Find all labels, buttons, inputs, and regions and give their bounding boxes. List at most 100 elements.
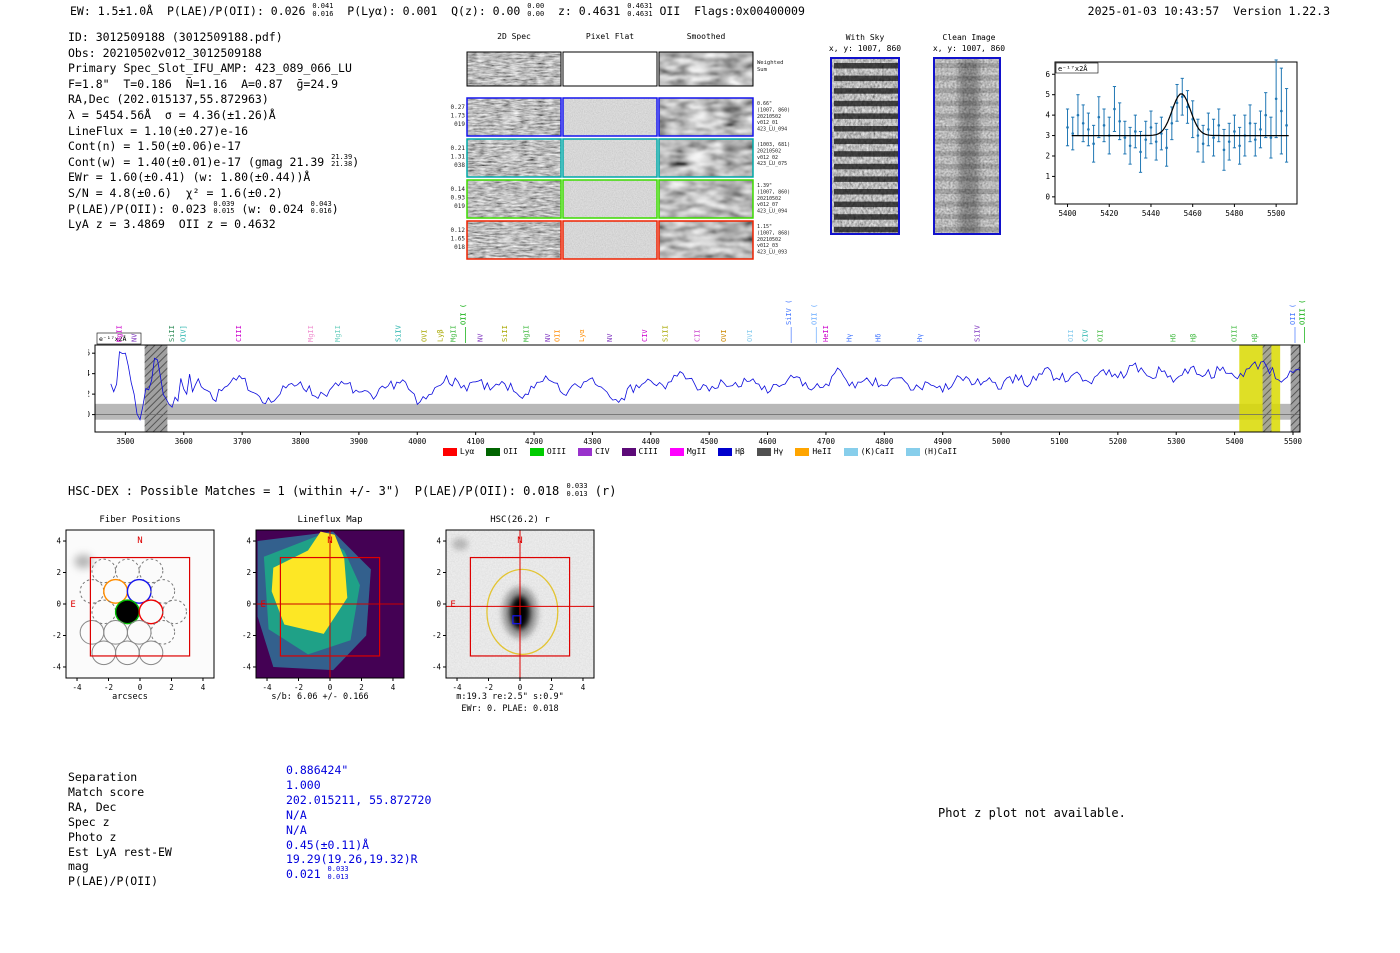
hsc-caption-1: m:19.3 re:2.5" s:0.9" — [456, 692, 564, 702]
svg-text:4600: 4600 — [759, 437, 778, 446]
svg-text:NV: NV — [606, 333, 614, 342]
svg-text:NV: NV — [476, 333, 484, 342]
svg-text:423_LU_093: 423_LU_093 — [757, 250, 787, 256]
svg-text:2: 2 — [549, 683, 554, 692]
info-line: LineFlux = 1.10(±0.27)e-16 — [68, 124, 359, 140]
text-segment: ) — [352, 154, 360, 169]
svg-text:CIV: CIV — [641, 329, 649, 342]
stacked-uncertainty: 0.00 0.00 — [527, 2, 545, 18]
info-line: ID: 3012509188 (3012509188.pdf) — [68, 30, 359, 46]
svg-text:5480: 5480 — [1225, 209, 1244, 218]
svg-text:0: 0 — [56, 600, 61, 609]
legend-swatch — [578, 447, 593, 456]
legend-swatch — [621, 447, 636, 456]
info-line: RA,Dec (202.015137,55.872963) — [68, 92, 359, 108]
legend-item: (H)CaII — [906, 447, 957, 456]
svg-text:2: 2 — [246, 568, 251, 577]
text-segment: ID: 3012509188 (3012509188.pdf) — [68, 30, 283, 44]
text-segment: Cont(n) = 1.50(±0.06)e-17 — [68, 139, 242, 154]
legend-label: CIV — [595, 447, 610, 456]
legend-item: Hγ — [756, 447, 784, 456]
svg-text:4200: 4200 — [525, 437, 544, 446]
svg-text:Hγ: Hγ — [916, 334, 924, 342]
svg-text:-4: -4 — [242, 662, 252, 671]
match-label: Match score — [68, 784, 145, 799]
svg-text:0: 0 — [138, 683, 143, 692]
lineflux-caption: s/b: 6.06 +/- 0.166 — [271, 692, 369, 702]
col-header-pixelflat: Pixel Flat — [585, 32, 635, 41]
svg-text:MgII: MgII — [522, 325, 530, 342]
svg-text:3: 3 — [1045, 131, 1050, 140]
svg-text:423_LU_094: 423_LU_094 — [757, 209, 787, 215]
svg-text:5300: 5300 — [1167, 437, 1186, 446]
svg-text:6: 6 — [88, 349, 90, 358]
text-segment: λ = 5454.56Å σ = 4.36(±1.26)Å — [68, 107, 276, 122]
svg-text:0.21: 0.21 — [451, 145, 466, 152]
stacked-uncertainty: 21.39 21.38 — [331, 152, 353, 169]
svg-text:(1007, 860): (1007, 860) — [757, 189, 790, 195]
legend-item: MgII — [669, 447, 706, 456]
zoom-spectrum-plot: 5400 5420 5440 5460 5480 5500 0 1 2 3 4 5 6 e⁻¹⁷x2Å — [1045, 59, 1298, 218]
svg-text:20210502: 20210502 — [757, 196, 781, 202]
svg-text:N: N — [327, 536, 332, 546]
photz-note: Phot z plot not available. — [938, 806, 1126, 820]
match-label: Spec z — [68, 814, 110, 829]
svg-text:OII: OII — [1067, 329, 1075, 342]
svg-text:SiIV: SiIV — [395, 324, 403, 342]
text-segment: P(LAE)/P(OII): 0.026 — [166, 4, 313, 18]
text-segment: EW: 1.5±1.0Å — [70, 4, 167, 18]
svg-text:-4: -4 — [263, 683, 273, 692]
legend-item: HeII — [795, 447, 832, 456]
match-label: P(LAE)/P(OII) — [68, 874, 159, 889]
svg-text:20210502: 20210502 — [757, 237, 781, 243]
legend-item: Lyα — [442, 447, 475, 456]
match-label: Est LyA rest-EW — [68, 844, 172, 859]
text-segment: (w: 0.024 — [234, 201, 311, 216]
svg-text:OII (: OII ( — [1289, 304, 1297, 325]
header-summary: EW: 1.5±1.0Å P(LAE)/P(OII): 0.026 0.041 0… — [70, 2, 805, 19]
lineflux-map-plot: -4 -4 -2 -2 0 0 2 2 4 4 Lineflux Map N E — [242, 515, 405, 692]
svg-text:5000: 5000 — [992, 437, 1011, 446]
legend-item: CIV — [578, 447, 610, 456]
svg-text:N: N — [137, 536, 142, 546]
legend-swatch — [756, 447, 771, 456]
withsky-image — [830, 57, 900, 235]
info-line: Cont(w) = 1.40(±0.01)e-17 (gmag 21.39 21… — [68, 152, 360, 171]
svg-text:0: 0 — [1045, 192, 1050, 201]
legend-label: Hβ — [735, 447, 745, 456]
svg-text:5100: 5100 — [1050, 437, 1069, 446]
svg-text:5400: 5400 — [1058, 209, 1077, 218]
svg-text:OII (: OII ( — [810, 304, 818, 325]
svg-text:2: 2 — [56, 568, 61, 577]
svg-text:1.65: 1.65 — [451, 236, 466, 243]
legend-swatch — [442, 447, 457, 456]
clean-image-title: Clean Image — [942, 33, 996, 42]
match-value: 0.45(±0.11)Å — [286, 837, 370, 852]
svg-text:SiIV (: SiIV ( — [785, 300, 793, 325]
svg-text:Hδ: Hδ — [1169, 334, 1177, 342]
legend-label: Lyα — [459, 447, 475, 456]
svg-text:0.12: 0.12 — [451, 227, 466, 234]
svg-text:Sum: Sum — [757, 67, 768, 73]
svg-text:5500: 5500 — [1267, 209, 1286, 218]
svg-text:OII: OII — [553, 329, 561, 342]
legend-label: Hγ — [773, 447, 784, 456]
svg-text:OIV]: OIV] — [180, 325, 188, 342]
withsky-title: With Sky — [845, 33, 885, 42]
svg-text:5: 5 — [1045, 90, 1050, 99]
clean-image-coords: x, y: 1007, 860 — [932, 44, 1006, 53]
match-table-row: Separation 0.886424" — [68, 763, 431, 785]
legend-item: Hβ — [718, 447, 745, 456]
info-line: LyA z = 3.4869 OII z = 0.4632 — [68, 217, 359, 233]
svg-text:(1007, 868): (1007, 868) — [757, 230, 790, 236]
spectrum-line-legend: Lyα OII OIII CIV CIII MgII Hβ Hγ HeII (K)CaII (H)C… — [95, 447, 1305, 456]
svg-text:CIV: CIV — [1082, 329, 1090, 342]
svg-text:2: 2 — [88, 390, 90, 399]
svg-text:1.39": 1.39" — [757, 183, 772, 189]
cutout-title: HSC(26.2) r — [490, 515, 550, 525]
info-line: F=1.8" T=0.186 N̄=1.16 A=0.87 ḡ=24.9 — [68, 77, 359, 93]
match-value: 0.021 — [286, 867, 328, 882]
text-segment: LineFlux = 1.10(±0.27)e-16 — [68, 123, 249, 138]
stacked-uncertainty: 0.033 0.013 — [327, 865, 349, 881]
stacked-uncertainty: 0.033 0.013 — [566, 482, 588, 498]
